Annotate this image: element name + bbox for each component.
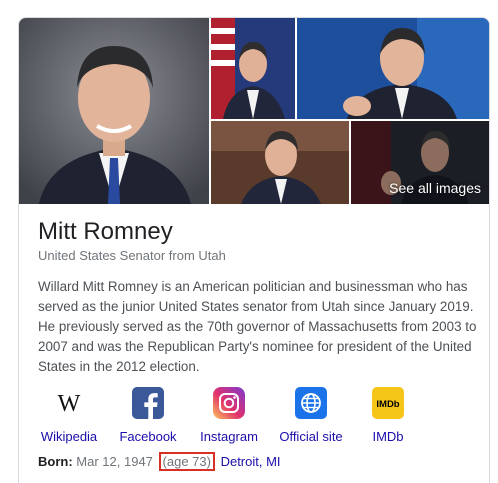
entity-subtitle: United States Senator from Utah	[38, 248, 226, 263]
see-all-images-link[interactable]: See all images	[389, 180, 481, 196]
entity-title: Mitt Romney	[38, 218, 173, 245]
profile-facebook[interactable]: Facebook	[118, 387, 178, 444]
imdb-icon: IMDb	[372, 387, 404, 419]
profile-label: IMDb	[372, 429, 404, 444]
born-fact: Born: Mar 12, 1947 (age 73) Detroit, MI	[38, 452, 281, 471]
facebook-icon	[132, 387, 164, 419]
wikipedia-icon: W	[53, 387, 85, 419]
birthplace-link[interactable]: Detroit, MI	[221, 454, 281, 469]
profiles-row: W Wikipedia Facebook Instagram Official …	[19, 387, 489, 444]
gallery-image[interactable]	[211, 18, 295, 119]
see-all-images-tile[interactable]: See all images	[351, 121, 489, 204]
profile-label: Facebook	[119, 429, 177, 444]
svg-text:W: W	[58, 391, 81, 417]
knowledge-panel: See all images Mitt Romney United States…	[18, 17, 490, 483]
gallery-image[interactable]	[211, 121, 349, 204]
born-date: Mar 12, 1947	[76, 454, 153, 469]
profile-wikipedia[interactable]: W Wikipedia	[39, 387, 99, 444]
image-gallery: See all images	[19, 18, 489, 204]
age-highlight: (age 73)	[158, 452, 215, 471]
entity-description: Willard Mitt Romney is an American polit…	[38, 279, 477, 374]
profile-imdb[interactable]: IMDb IMDb	[364, 387, 412, 444]
globe-icon	[295, 387, 327, 419]
profile-official-site[interactable]: Official site	[273, 387, 349, 444]
born-label: Born:	[38, 454, 73, 469]
profile-instagram[interactable]: Instagram	[198, 387, 260, 444]
profile-label: Official site	[279, 429, 343, 444]
svg-text:IMDb: IMDb	[376, 399, 399, 410]
profile-label: Wikipedia	[40, 429, 98, 444]
main-portrait-image[interactable]	[19, 18, 209, 204]
gallery-image[interactable]	[297, 18, 489, 119]
profile-label: Instagram	[200, 429, 258, 444]
instagram-icon	[213, 387, 245, 419]
